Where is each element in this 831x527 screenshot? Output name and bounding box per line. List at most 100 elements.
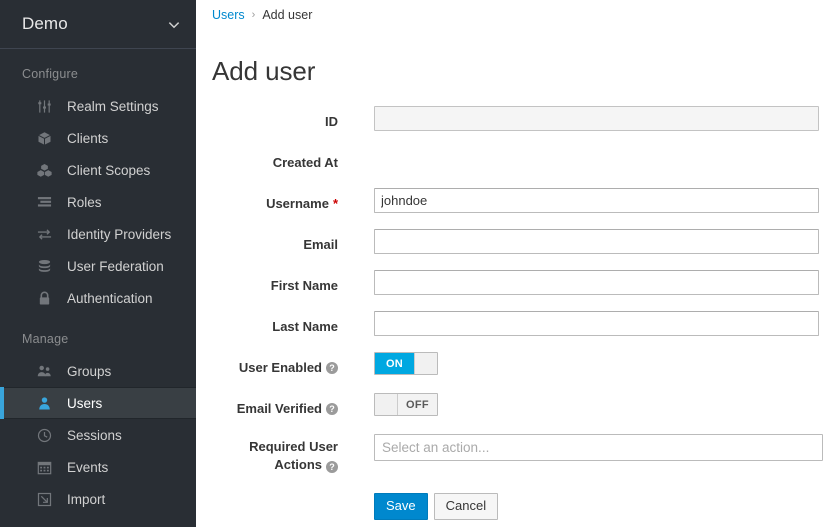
label-user-enabled: User Enabled ?	[196, 352, 338, 376]
control-required-user-actions: Select an action...	[374, 434, 831, 462]
page-title: Add user	[212, 56, 316, 87]
first-name-input[interactable]	[374, 270, 819, 296]
label-last-name: Last Name	[196, 311, 338, 335]
label-id: ID	[196, 106, 338, 130]
label-email-verified-text: Email Verified	[236, 401, 322, 417]
lock-icon	[36, 290, 52, 306]
sidebar-item-groups[interactable]: Groups	[0, 355, 196, 387]
help-circle-icon[interactable]: ?	[326, 460, 338, 473]
toggle-knob	[375, 394, 398, 416]
sidebar-item-clients[interactable]: Clients	[0, 122, 196, 154]
sidebar-item-label: Groups	[67, 363, 112, 379]
required-marker: *	[332, 196, 338, 212]
form-row-last-name: Last Name	[196, 311, 831, 352]
sidebar-item-import[interactable]: Import	[0, 483, 196, 515]
toggle-knob	[414, 353, 437, 375]
sidebar-item-users[interactable]: Users	[0, 387, 196, 419]
form-row-user-enabled: User Enabled ? ON	[196, 352, 831, 393]
exchange-arrows-icon	[36, 226, 52, 242]
sidebar-item-label: Import	[67, 491, 106, 507]
label-username: Username *	[196, 188, 338, 212]
username-input[interactable]	[374, 188, 819, 214]
label-first-name-text: First Name	[270, 278, 338, 294]
cancel-button[interactable]: Cancel	[433, 493, 499, 521]
form-row-email: Email	[196, 229, 831, 270]
main-content: Users › Add user Add user ID Created At	[196, 0, 831, 527]
sidebar-item-authentication[interactable]: Authentication	[0, 282, 196, 314]
user-enabled-toggle-state: ON	[375, 353, 414, 375]
save-button[interactable]: Save	[374, 493, 428, 521]
breadcrumb-separator-icon: ›	[251, 8, 256, 21]
email-verified-toggle-state: OFF	[398, 394, 437, 416]
form-row-required-user-actions: Required User Actions ? Select an action…	[196, 434, 831, 480]
label-email-verified: Email Verified ?	[196, 393, 338, 417]
label-required-user-actions-line2: Actions	[274, 457, 322, 473]
clock-icon	[36, 427, 52, 443]
sidebar-item-roles[interactable]: Roles	[0, 186, 196, 218]
realm-name: Demo	[22, 14, 68, 33]
label-username-text: Username	[266, 196, 329, 212]
admin-console-page: Demo Configure Realm Settings Clients Cl…	[0, 0, 831, 527]
email-input[interactable]	[374, 229, 819, 255]
label-id-text: ID	[325, 114, 338, 130]
label-email: Email	[196, 229, 338, 253]
control-email	[374, 229, 831, 255]
help-circle-icon[interactable]: ?	[326, 362, 338, 375]
sidebar-item-label: Events	[67, 459, 109, 475]
control-first-name	[374, 270, 831, 296]
sidebar-item-label: Realm Settings	[67, 98, 159, 114]
id-input	[374, 106, 819, 132]
form-row-created-at: Created At	[196, 147, 831, 188]
help-circle-icon[interactable]: ?	[326, 403, 338, 416]
control-user-enabled: ON	[374, 352, 831, 376]
sidebar-item-realm-settings[interactable]: Realm Settings	[0, 90, 196, 122]
sidebar-item-label: Clients	[67, 130, 109, 146]
sidebar-item-identity-providers[interactable]: Identity Providers	[0, 218, 196, 250]
control-username	[374, 188, 831, 214]
breadcrumb: Users › Add user	[196, 0, 831, 24]
users-group-icon	[36, 363, 52, 379]
cubes-icon	[36, 162, 52, 178]
control-id	[374, 106, 831, 132]
label-required-user-actions-line1: Required User	[249, 439, 338, 455]
label-user-enabled-text: User Enabled	[238, 360, 322, 376]
form-row-first-name: First Name	[196, 270, 831, 311]
sidebar-item-label: Identity Providers	[67, 226, 172, 242]
sidebar-item-client-scopes[interactable]: Client Scopes	[0, 154, 196, 186]
sidebar-item-user-federation[interactable]: User Federation	[0, 250, 196, 282]
calendar-icon	[36, 459, 52, 475]
user-icon	[36, 395, 52, 411]
chevron-down-icon	[168, 18, 180, 30]
cube-icon	[36, 130, 52, 146]
label-required-user-actions: Required User Actions ?	[196, 434, 338, 474]
sidebar-item-label: Users	[67, 395, 103, 411]
label-last-name-text: Last Name	[272, 319, 338, 335]
form-row-id: ID	[196, 106, 831, 147]
breadcrumb-link-users[interactable]: Users	[212, 8, 245, 22]
user-enabled-toggle[interactable]: ON	[374, 352, 438, 376]
label-first-name: First Name	[196, 270, 338, 294]
sidebar-section-manage: Manage Groups Users Sessions Events Impo…	[0, 314, 196, 515]
form-row-email-verified: Email Verified ? OFF	[196, 393, 831, 434]
list-icon	[36, 194, 52, 210]
add-user-form: ID Created At Username * johndoe Email F…	[196, 106, 831, 521]
sidebar-section-title-manage: Manage	[22, 332, 69, 346]
sidebar: Demo Configure Realm Settings Clients Cl…	[0, 0, 196, 527]
label-email-text: Email	[303, 237, 338, 253]
sidebar-section-configure: Configure Realm Settings Clients Client …	[0, 49, 196, 314]
realm-selector[interactable]: Demo	[0, 0, 196, 49]
control-last-name	[374, 311, 831, 337]
label-required-user-actions-line2-group: Actions ?	[274, 456, 338, 474]
sidebar-section-title-configure: Configure	[22, 67, 78, 81]
label-created-at-text: Created At	[272, 155, 338, 171]
email-verified-toggle[interactable]: OFF	[374, 393, 438, 417]
breadcrumb-current: Add user	[262, 7, 313, 22]
sidebar-item-events[interactable]: Events	[0, 451, 196, 483]
sidebar-item-label: Sessions	[67, 427, 122, 443]
last-name-input[interactable]	[374, 311, 819, 337]
sidebar-item-label: Roles	[67, 194, 102, 210]
required-user-actions-select[interactable]: Select an action...	[374, 434, 823, 462]
database-icon	[36, 258, 52, 274]
label-created-at: Created At	[196, 147, 338, 171]
sidebar-item-sessions[interactable]: Sessions	[0, 419, 196, 451]
